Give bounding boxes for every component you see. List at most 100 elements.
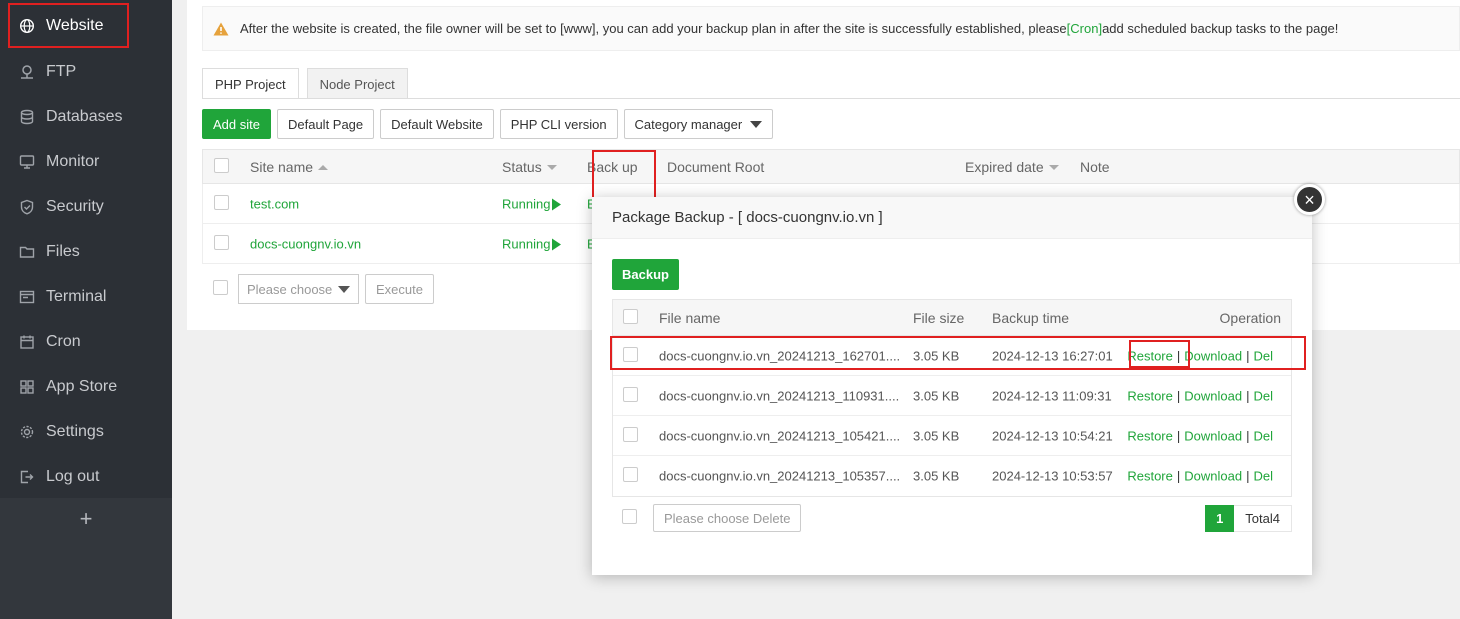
restore-link[interactable]: Restore [1127, 428, 1173, 443]
logout-icon [19, 469, 35, 485]
operations: Restore | Download | Del [1127, 469, 1273, 484]
delete-selected-button[interactable]: Please choose Delete [653, 504, 802, 532]
page-1-button[interactable]: 1 [1205, 505, 1235, 532]
backup-time: 2024-12-13 11:09:31 [992, 388, 1112, 403]
backup-button[interactable]: Backup [612, 259, 679, 290]
category-manager-label: Category manager [634, 116, 743, 132]
batch-action-select[interactable]: Please choose [238, 274, 359, 304]
backup-table-header: File name File size Backup time Operatio… [613, 300, 1291, 336]
tabs-divider [202, 98, 1460, 99]
file-name: docs-cuongnv.io.vn_20241213_110931.... [659, 388, 900, 403]
header-file-size: File size [913, 309, 965, 326]
status-running[interactable]: Running [502, 196, 562, 211]
download-link[interactable]: Download [1184, 388, 1242, 403]
table-row: docs-cuongnv.io.vn_20241213_105357.... 3… [613, 456, 1291, 496]
header-document-root: Document Root [667, 158, 765, 175]
backup-time: 2024-12-13 10:54:21 [992, 428, 1113, 443]
header-note: Note [1080, 158, 1110, 175]
row-checkbox[interactable] [214, 234, 229, 253]
category-manager-dropdown[interactable]: Category manager [623, 109, 774, 139]
select-all-checkbox[interactable] [214, 157, 229, 176]
header-site-name[interactable]: Site name [250, 159, 329, 175]
warning-icon [213, 22, 229, 35]
del-link[interactable]: Del [1253, 469, 1273, 484]
row-checkbox[interactable] [623, 386, 638, 405]
sidebar-item-label: Cron [46, 332, 81, 350]
footer-checkbox[interactable] [622, 509, 637, 527]
row-checkbox[interactable] [214, 194, 229, 213]
file-name: docs-cuongnv.io.vn_20241213_105421.... [659, 428, 901, 443]
pagination: 1 Total4 [1205, 505, 1292, 532]
globe-icon [19, 18, 35, 34]
header-expired-date[interactable]: Expired date [965, 159, 1059, 175]
default-page-button[interactable]: Default Page [276, 109, 375, 139]
add-site-button[interactable]: Add site [202, 109, 271, 139]
sidebar-item-label: FTP [46, 62, 77, 80]
status-running[interactable]: Running [502, 236, 562, 251]
del-link[interactable]: Del [1253, 428, 1273, 443]
sort-down-icon [546, 165, 557, 171]
row-checkbox[interactable] [623, 426, 638, 445]
sidebar-item-monitor[interactable]: Monitor [0, 139, 172, 184]
batch-checkbox[interactable] [213, 280, 228, 298]
folder-icon [19, 244, 35, 260]
sidebar-item-terminal[interactable]: Terminal [0, 274, 172, 319]
operations: Restore | Download | Del [1127, 428, 1273, 443]
table-row: docs-cuongnv.io.vn_20241213_110931.... 3… [613, 376, 1291, 416]
batch-actions: Please choose Execute [202, 274, 434, 304]
close-icon[interactable]: × [1294, 184, 1325, 215]
sidebar-item-security[interactable]: Security [0, 184, 172, 229]
header-file-name: File name [659, 309, 721, 326]
restore-link[interactable]: Restore [1127, 388, 1173, 403]
table-row: docs-cuongnv.io.vn_20241213_105421.... 3… [613, 416, 1291, 456]
dialog-title: Package Backup - [ docs-cuongnv.io.vn ] [592, 197, 1312, 239]
sidebar-item-label: Terminal [46, 287, 107, 305]
sidebar-item-label: Security [46, 197, 104, 215]
header-backup-time: Backup time [992, 309, 1070, 326]
sidebar-item-label: Website [46, 16, 104, 34]
row-checkbox[interactable] [623, 467, 638, 485]
tab-php-project[interactable]: PHP Project [202, 68, 299, 99]
site-name-link[interactable]: test.com [250, 196, 299, 211]
header-status[interactable]: Status [502, 159, 557, 175]
sidebar-item-settings[interactable]: Settings [0, 409, 172, 454]
sidebar-item-website[interactable]: Website [8, 3, 129, 48]
separator: | [1176, 388, 1181, 403]
default-website-button[interactable]: Default Website [380, 109, 494, 139]
backup-table: File name File size Backup time Operatio… [612, 299, 1292, 497]
sidebar-item-label: Databases [46, 107, 123, 125]
execute-button[interactable]: Execute [365, 274, 434, 304]
add-icon[interactable]: + [0, 498, 172, 540]
sidebar-menu: FTP Databases Monitor Security Files Ter… [0, 0, 172, 498]
cron-link[interactable]: [Cron] [1067, 21, 1102, 36]
operations: Restore | Download | Del [1127, 388, 1273, 403]
toolbar: Add site Default Page Default Website PH… [202, 109, 774, 139]
sidebar-item-label: Monitor [46, 152, 100, 170]
sidebar-item-databases[interactable]: Databases [0, 94, 172, 139]
php-cli-version-button[interactable]: PHP CLI version [499, 109, 618, 139]
header-operation: Operation [1219, 309, 1281, 326]
separator: | [1176, 428, 1181, 443]
caret-down-icon [338, 285, 350, 293]
gear-icon [19, 424, 35, 440]
site-name-link[interactable]: docs-cuongnv.io.vn [250, 236, 361, 251]
separator: | [1176, 468, 1181, 484]
sidebar-item-cron[interactable]: Cron [0, 319, 172, 364]
del-link[interactable]: Del [1253, 388, 1273, 403]
sidebar-item-label: App Store [46, 377, 118, 395]
restore-link[interactable]: Restore [1127, 469, 1173, 484]
file-size: 3.05 KB [913, 388, 960, 403]
sidebar-item-ftp[interactable]: FTP [0, 49, 172, 94]
database-icon [19, 109, 35, 125]
sidebar-item-app-store[interactable]: App Store [0, 364, 172, 409]
play-icon [552, 198, 562, 211]
tab-node-project[interactable]: Node Project [306, 68, 408, 99]
select-all-checkbox[interactable] [623, 308, 638, 327]
notice-bar: After the website is created, the file o… [202, 6, 1460, 51]
shield-icon [19, 199, 35, 215]
sidebar-item-files[interactable]: Files [0, 229, 172, 274]
download-link[interactable]: Download [1184, 469, 1242, 484]
sidebar-item-log-out[interactable]: Log out [0, 454, 172, 499]
download-link[interactable]: Download [1184, 428, 1242, 443]
batch-select-placeholder: Please choose [247, 281, 333, 297]
